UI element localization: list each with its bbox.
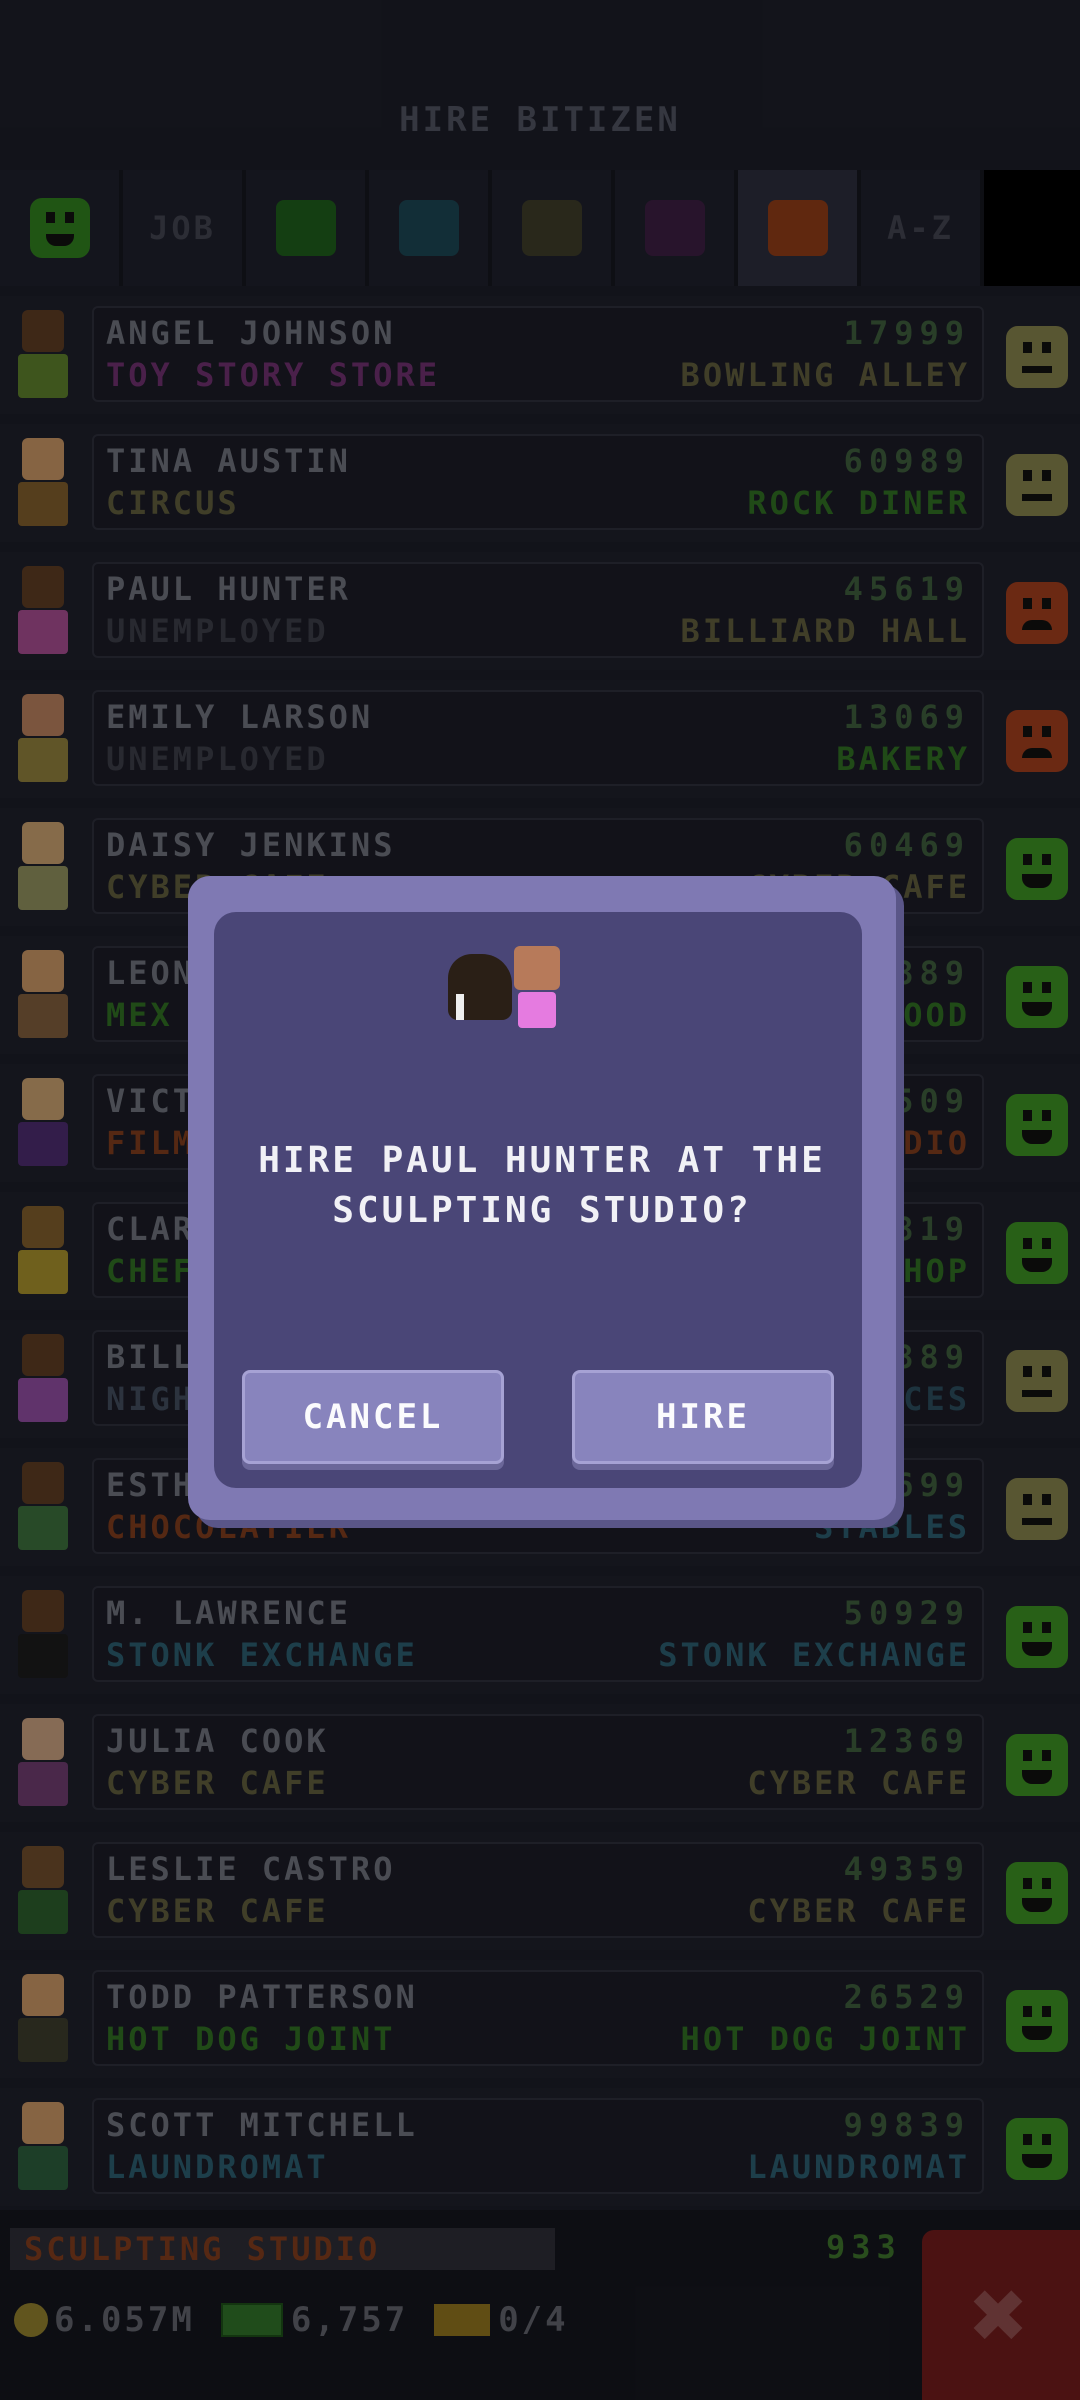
hire-dialog: HIRE PAUL HUNTER AT THE SCULPTING STUDIO…: [188, 876, 896, 1520]
hire-button[interactable]: HIRE: [572, 1370, 834, 1464]
cancel-button[interactable]: CANCEL: [242, 1370, 504, 1464]
dialog-line-1: HIRE PAUL HUNTER AT THE: [258, 1140, 826, 1181]
dialog-message: HIRE PAUL HUNTER AT THE SCULPTING STUDIO…: [188, 1136, 896, 1236]
dialog-line-2: SCULPTING STUDIO?: [332, 1190, 752, 1231]
bitizen-avatar: [510, 946, 564, 1036]
walrus-icon: [448, 954, 512, 1020]
